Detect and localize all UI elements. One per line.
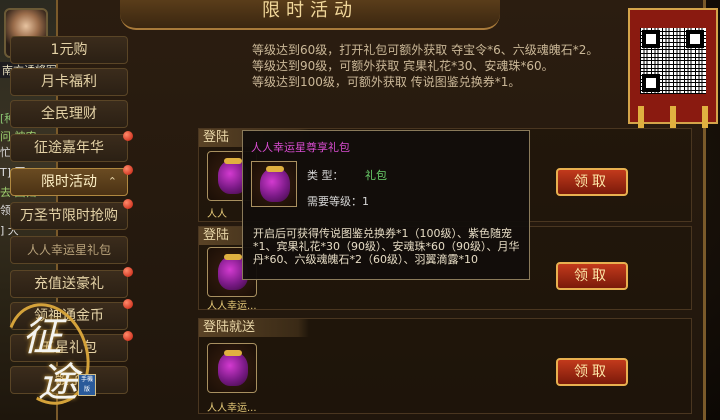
description-line: 等级达到100级，可额外获取 传说图鉴兑换券*1。 [252,75,521,89]
tassel-icon [638,106,644,128]
game-screen: 南方诱将军 [种]问 神农忙的T] 回]去 回归领取奖] 大 限时活动 1元购月… [0,0,720,420]
tassel-icon [702,106,708,128]
gift-item-slot[interactable] [207,343,257,393]
notification-dot-icon [123,331,133,341]
bag-tie-icon [224,254,242,260]
tooltip-description: 开启后可获得传说图鉴兑换券*1（100级）、紫色随宠*1、宾果礼花*30（90级… [253,227,520,266]
game-logo: 征 途 手機版 [0,291,104,417]
gift-item-name: 人人幸运... [207,301,257,312]
tassel-icon [670,106,676,128]
sidebar-item[interactable]: 征途嘉年华 [10,131,133,162]
sidebar-item[interactable]: 1元购 [10,36,128,64]
gift-item-name: 人人幸运... [207,403,257,414]
sidebar-item[interactable]: 充值送豪礼 [10,267,133,298]
sidebar-item[interactable]: 月卡福利 [10,68,128,96]
sidebar-item-label: 充值送豪礼 [34,276,104,292]
bag-tie-icon [266,166,284,172]
tooltip-type-label: 类 型： [307,169,344,182]
sidebar-item-label: 征途嘉年华 [34,140,104,156]
sidebar-item[interactable]: 人人幸运星礼包 [10,236,128,264]
qr-code-icon [640,28,706,94]
sidebar-item-label: 1元购 [50,42,88,58]
sidebar-item-label: 全民理财 [41,106,97,122]
sidebar-item-label: 月卡福利 [41,74,97,90]
panel-title-bar: 限时活动 [120,0,500,30]
sidebar-item-label: 限时活动 [41,174,97,190]
gift-bag-icon [260,168,290,202]
sidebar-item[interactable]: 全民理财 [10,100,128,128]
page-title: 限时活动 [262,0,358,21]
chevron-up-icon: ⌃ [107,175,117,188]
sidebar-item-label: 万圣节限时抢购 [20,208,118,224]
notification-dot-icon [123,131,133,141]
logo-badge: 手機版 [78,374,96,396]
bag-tie-icon [224,350,242,356]
logo-char: 途 [38,360,78,406]
section-heading: 登陆就送 [199,319,309,337]
tooltip-level: 需要等级：1 [307,195,369,208]
bag-tie-icon [224,158,242,164]
qr-corner-icon [642,30,660,48]
notification-dot-icon [123,267,133,277]
qr-banner[interactable] [628,8,718,128]
sidebar-item[interactable]: 限时活动 ⌃ [10,165,133,196]
tooltip-gift-icon [251,161,297,207]
claim-button[interactable]: 领取 [556,262,628,290]
gift-bag-icon [218,352,248,386]
qr-corner-icon [642,74,660,92]
notification-dot-icon [123,199,133,209]
claim-button[interactable]: 领取 [556,168,628,196]
sidebar-item-label: 人人幸运星礼包 [26,243,111,257]
claim-button[interactable]: 领取 [556,358,628,386]
tooltip-title: 人人幸运星尊享礼包 [251,141,350,154]
qr-corner-icon [686,30,704,48]
tooltip-type-value: 礼包 [365,169,387,182]
notification-dot-icon [123,299,133,309]
sidebar-item[interactable]: 万圣节限时抢购 [10,199,133,230]
notification-dot-icon [123,165,133,175]
description-line: 等级达到90级，可额外获取 宾果礼花*30、安魂珠*60。 [252,59,554,73]
item-tooltip: 人人幸运星尊享礼包 类 型： 礼包 需要等级：1 开启后可获得传说图鉴兑换券*1… [242,130,530,280]
description-line: 等级达到60级，打开礼包可额外获取 夺宝令*6、六级魂魄石*2。 [252,43,599,57]
activity-description: 等级达到60级，打开礼包可额外获取 夺宝令*6、六级魂魄石*2。 等级达到90级… [252,42,692,90]
